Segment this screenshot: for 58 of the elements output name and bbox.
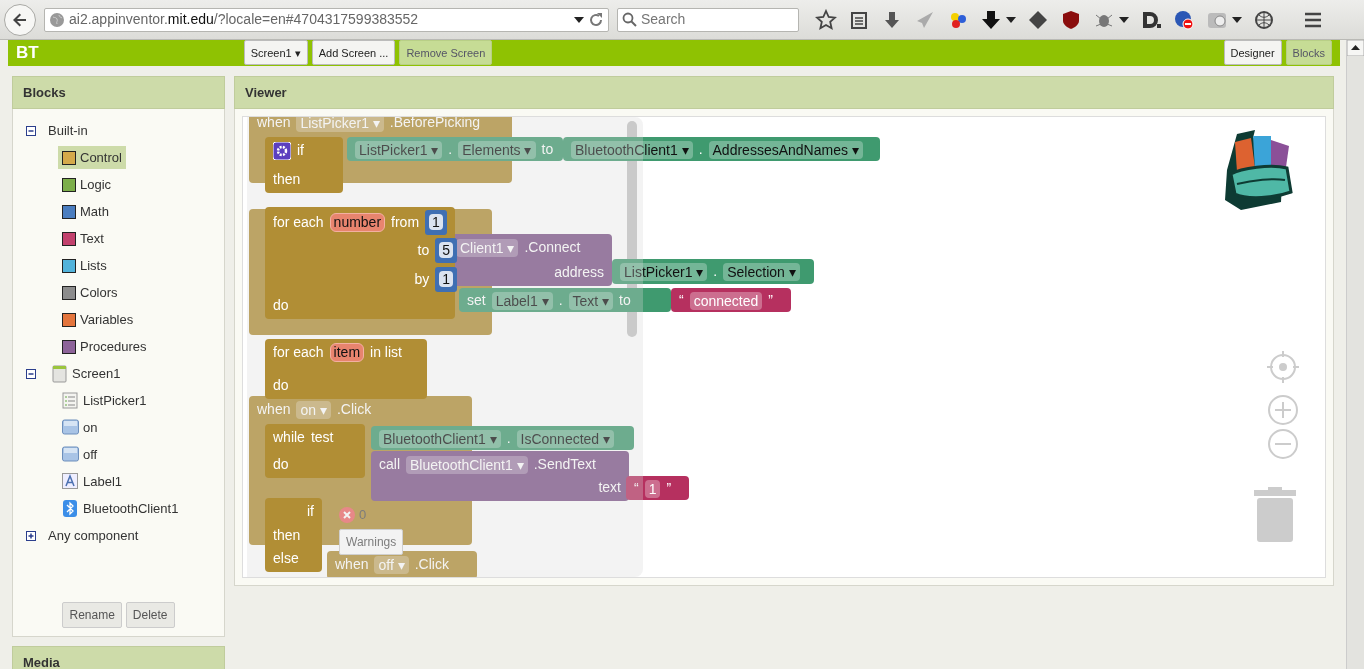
block-label: to bbox=[417, 241, 430, 261]
error-count: 0 bbox=[359, 506, 367, 524]
block-label: text bbox=[598, 478, 621, 497]
block-label: “ bbox=[679, 291, 684, 310]
block-label: . bbox=[558, 291, 563, 310]
block-label: set bbox=[467, 291, 486, 310]
block-label: when bbox=[257, 400, 291, 419]
panel-header: Viewer bbox=[234, 75, 1334, 109]
block-label: do bbox=[273, 296, 289, 315]
tree-item-label: Colors bbox=[80, 283, 118, 302]
tree-item-label: Variables bbox=[80, 310, 134, 329]
panel-header: Blocks bbox=[12, 75, 225, 109]
block-label: else bbox=[273, 549, 299, 568]
block-label: . bbox=[713, 262, 718, 281]
tree-item-label: on bbox=[83, 418, 98, 437]
block-label: .Click bbox=[414, 555, 449, 574]
block-label: when bbox=[257, 117, 291, 132]
block-label: .SendText bbox=[533, 455, 596, 474]
block-label: ” bbox=[666, 479, 672, 498]
panel-header: Media bbox=[12, 646, 225, 669]
block-label: to bbox=[541, 140, 554, 159]
block-label: .Click bbox=[336, 400, 372, 419]
block-label: from bbox=[391, 213, 420, 232]
block-label: by bbox=[414, 269, 430, 289]
block-label: .Connect bbox=[524, 238, 581, 257]
block-label: if bbox=[307, 502, 314, 521]
block-label: do bbox=[273, 455, 289, 474]
tree-item-label: BluetoothClient1 bbox=[83, 499, 179, 518]
tree-item-label: Logic bbox=[80, 175, 112, 194]
tree-item-label: Text bbox=[80, 229, 104, 248]
block-label: address bbox=[554, 263, 604, 282]
block-label: while bbox=[273, 428, 305, 447]
block-label: “ bbox=[634, 479, 639, 498]
tree-item-label: Label1 bbox=[83, 472, 123, 491]
block-label: if bbox=[297, 141, 304, 160]
block-label: call bbox=[379, 455, 400, 474]
project-name: BT bbox=[16, 42, 39, 64]
tree-item-label: ListPicker1 bbox=[83, 391, 147, 410]
block-label: test bbox=[310, 428, 334, 447]
block-label: then bbox=[273, 525, 301, 545]
block-label: . bbox=[448, 140, 453, 159]
block-label: then bbox=[273, 170, 301, 189]
block-label: for each bbox=[273, 343, 324, 362]
block-label: for each bbox=[273, 213, 324, 232]
tree-item-label: Control bbox=[80, 148, 122, 167]
tree-item-label: off bbox=[83, 445, 98, 464]
block-label: . bbox=[506, 429, 511, 448]
tree-item-label: Lists bbox=[80, 256, 107, 275]
block-label: to bbox=[619, 291, 631, 310]
block-label: . bbox=[698, 140, 703, 159]
block-label: .BeforePicking bbox=[389, 117, 481, 132]
tree-item-label: Procedures bbox=[80, 337, 147, 356]
tree-item-label: Math bbox=[80, 202, 109, 221]
block-label: when bbox=[335, 555, 369, 574]
block-label: ” bbox=[768, 291, 773, 310]
block-label: in list bbox=[370, 343, 402, 362]
block-label: do bbox=[273, 376, 289, 395]
url-text: ai2.appinventor.mit.edu/?locale=en#4704317599383552 bbox=[69, 10, 420, 29]
